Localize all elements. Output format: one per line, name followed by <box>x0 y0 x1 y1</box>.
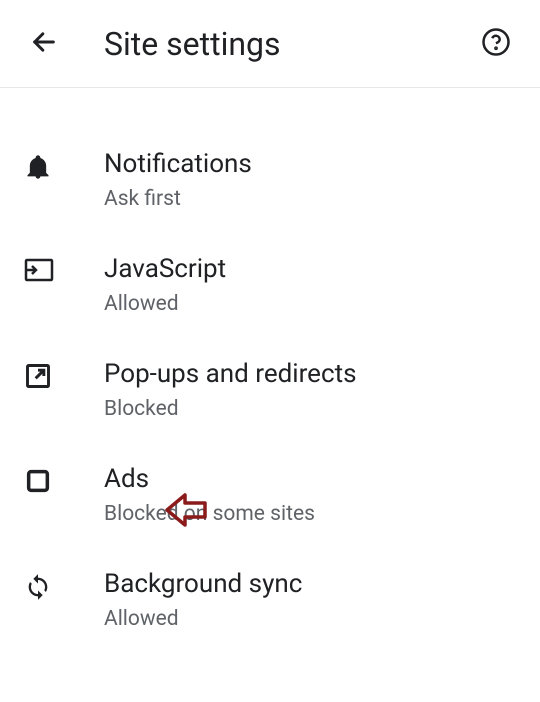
header: Site settings <box>0 0 540 88</box>
popup-icon <box>24 358 80 390</box>
javascript-icon <box>24 253 80 283</box>
item-subtitle: Allowed <box>104 291 226 318</box>
sync-icon <box>24 568 80 602</box>
bell-icon <box>24 148 80 182</box>
item-title: Background sync <box>104 568 302 602</box>
page-title: Site settings <box>104 25 476 63</box>
item-text: Background sync Allowed <box>104 568 302 633</box>
item-text: Pop-ups and redirects Blocked <box>104 358 357 423</box>
item-subtitle: Allowed <box>104 606 302 633</box>
item-title: Pop-ups and redirects <box>104 358 357 392</box>
settings-item-javascript[interactable]: JavaScript Allowed <box>0 233 540 338</box>
item-subtitle: Ask first <box>104 186 252 213</box>
item-title: JavaScript <box>104 253 226 287</box>
item-title: Notifications <box>104 148 252 182</box>
item-title: Ads <box>104 463 315 497</box>
item-subtitle: Blocked on some sites <box>104 501 315 528</box>
item-text: Notifications Ask first <box>104 148 252 213</box>
settings-item-popups[interactable]: Pop-ups and redirects Blocked <box>0 338 540 443</box>
settings-item-background-sync[interactable]: Background sync Allowed <box>0 548 540 653</box>
settings-item-ads[interactable]: Ads Blocked on some sites <box>0 443 540 548</box>
item-text: JavaScript Allowed <box>104 253 226 318</box>
ads-icon <box>24 463 80 495</box>
settings-list: Notifications Ask first JavaScript Allow… <box>0 88 540 653</box>
help-icon <box>481 27 511 61</box>
item-text: Ads Blocked on some sites <box>104 463 315 528</box>
help-button[interactable] <box>476 24 516 64</box>
settings-item-notifications[interactable]: Notifications Ask first <box>0 128 540 233</box>
item-subtitle: Blocked <box>104 396 357 423</box>
back-button[interactable] <box>24 24 64 64</box>
back-arrow-icon <box>30 28 58 60</box>
